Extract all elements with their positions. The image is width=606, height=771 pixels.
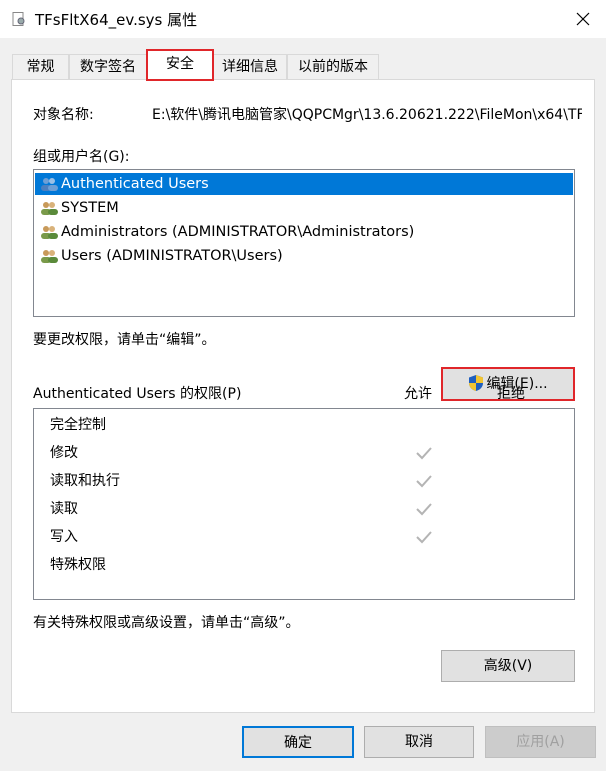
users-icon xyxy=(41,178,58,191)
ok-button[interactable]: 确定 xyxy=(242,726,354,758)
users-icon xyxy=(41,250,58,263)
close-button[interactable] xyxy=(560,0,606,38)
permission-row-label: 完全控制 xyxy=(50,417,106,433)
change-permissions-hint: 要更改权限，请单击“编辑”。 xyxy=(33,332,216,348)
security-panel: 对象名称: E:\软件\腾讯电脑管家\QQPCMgr\13.6.20621.22… xyxy=(11,79,595,713)
permission-row-label: 写入 xyxy=(50,529,78,545)
tab-details[interactable]: 详细信息 xyxy=(213,54,287,79)
allow-column-header: 允许 xyxy=(404,386,432,402)
list-item-authenticated-users[interactable]: Authenticated Users xyxy=(35,173,573,195)
advanced-hint: 有关特殊权限或高级设置，请单击“高级”。 xyxy=(33,615,300,631)
close-icon xyxy=(576,12,590,26)
allow-check-icon xyxy=(415,530,433,544)
cancel-button[interactable]: 取消 xyxy=(364,726,474,758)
object-name-label: 对象名称: xyxy=(33,107,94,123)
groups-list[interactable]: Authenticated Users SYSTEM Administrator… xyxy=(33,169,575,317)
permission-row-label: 特殊权限 xyxy=(50,557,106,573)
list-item-label: Authenticated Users xyxy=(61,176,209,192)
permissions-header: Authenticated Users 的权限(P) xyxy=(33,386,242,402)
file-gear-icon xyxy=(12,12,25,26)
list-item-label: Administrators (ADMINISTRATOR\Administra… xyxy=(61,224,415,240)
groups-label: 组或用户名(G): xyxy=(33,149,130,165)
permission-row-label: 读取 xyxy=(50,501,78,517)
tab-previous-versions[interactable]: 以前的版本 xyxy=(287,54,379,79)
apply-button[interactable]: 应用(A) xyxy=(485,726,596,758)
list-item-system[interactable]: SYSTEM xyxy=(35,197,119,219)
list-item-label: SYSTEM xyxy=(61,200,119,216)
window-title: TFsFltX64_ev.sys 属性 xyxy=(35,11,198,29)
uac-shield-icon xyxy=(469,375,484,391)
dialog-client-area: 常规 数字签名 安全 详细信息 以前的版本 对象名称: E:\软件\腾讯电脑管家… xyxy=(0,38,606,771)
deny-column-header: 拒绝 xyxy=(497,386,525,402)
dialog-footer: 确定 取消 应用(A) xyxy=(0,714,606,771)
allow-check-icon xyxy=(415,502,433,516)
users-icon xyxy=(41,226,58,239)
allow-check-icon xyxy=(415,474,433,488)
title-bar: TFsFltX64_ev.sys 属性 xyxy=(0,0,606,38)
advanced-button[interactable]: 高级(V) xyxy=(441,650,575,682)
tab-security[interactable]: 安全 xyxy=(146,49,214,81)
allow-check-icon xyxy=(415,446,433,460)
list-item-label: Users (ADMINISTRATOR\Users) xyxy=(61,248,283,264)
tab-digital-signatures[interactable]: 数字签名 xyxy=(69,54,147,79)
tab-general[interactable]: 常规 xyxy=(12,54,69,79)
list-item-administrators[interactable]: Administrators (ADMINISTRATOR\Administra… xyxy=(35,221,414,243)
permission-row-label: 修改 xyxy=(50,445,78,461)
users-icon xyxy=(41,202,58,215)
object-name-value: E:\软件\腾讯电脑管家\QQPCMgr\13.6.20621.222\File… xyxy=(152,107,582,123)
list-item-users[interactable]: Users (ADMINISTRATOR\Users) xyxy=(35,245,283,267)
permission-row-label: 读取和执行 xyxy=(50,473,120,489)
permissions-list[interactable]: 完全控制修改读取和执行读取写入特殊权限 xyxy=(33,408,575,600)
